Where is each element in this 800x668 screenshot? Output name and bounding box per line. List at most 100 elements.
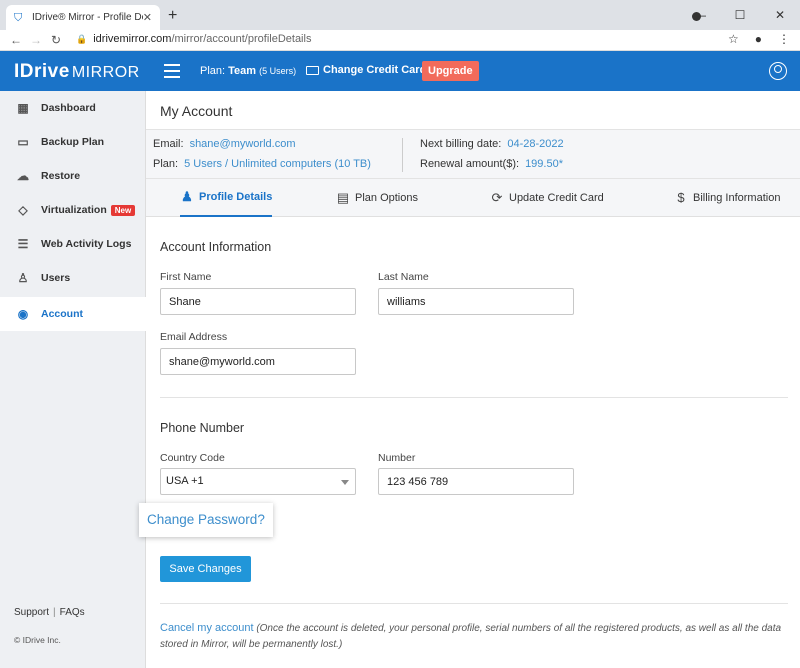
monitor-icon: ▭ (17, 135, 29, 149)
renewal-label: Renewal amount($): (420, 158, 520, 170)
tab-label: Update Credit Card (509, 192, 604, 204)
change-password-link[interactable]: Change Password? (139, 503, 273, 537)
logo[interactable]: IDrive MIRROR (14, 61, 140, 83)
minimize-icon[interactable]: — (680, 8, 720, 22)
close-window-icon[interactable]: ✕ (760, 8, 800, 22)
summary-divider (402, 138, 403, 172)
app-header: IDrive MIRROR Plan: Team (5 Users) Change… (0, 51, 800, 91)
sidebar-item-account[interactable]: ◉ Account (0, 297, 146, 331)
tab-billing-information[interactable]: $ Billing Information (674, 179, 780, 217)
browser-tab[interactable]: ⛉ IDrive® Mirror - Profile Details ✕ (6, 5, 160, 30)
new-badge: New (110, 204, 136, 216)
summary-billing-date: Next billing date: 04-28-2022 (420, 138, 564, 150)
new-tab-icon[interactable]: + (168, 7, 177, 25)
document-icon: ▤ (336, 190, 350, 205)
person-icon: ♟ (181, 189, 193, 204)
back-icon[interactable]: ← (6, 33, 26, 47)
sidebar-item-web-activity-logs[interactable]: ☰ Web Activity Logs (0, 227, 146, 261)
card-refresh-icon: ⟳ (491, 190, 503, 205)
change-credit-card-link[interactable]: Change Credit Card (306, 64, 426, 76)
forward-icon[interactable]: → (26, 33, 46, 47)
country-code-label: Country Code (160, 452, 225, 464)
sidebar-item-dashboard[interactable]: ▦ Dashboard (0, 91, 146, 125)
account-tabs: ♟ Profile Details ▤ Plan Options ⟳ Updat… (146, 179, 800, 217)
upgrade-button[interactable]: Upgrade (422, 61, 479, 81)
first-name-label: First Name (160, 271, 212, 283)
divider (160, 397, 788, 398)
menu-dots-icon[interactable]: ⋮ (778, 32, 790, 46)
sidebar-item-backup-plan[interactable]: ▭ Backup Plan (0, 125, 146, 159)
reload-icon[interactable]: ↻ (46, 33, 66, 47)
cube-icon: ◇ (18, 203, 28, 217)
sidebar-item-users[interactable]: ♙ Users (0, 261, 146, 295)
cancel-account-section: Cancel my account (Once the account is d… (160, 620, 790, 653)
last-name-label: Last Name (378, 271, 429, 283)
plan-label: Plan: (153, 158, 179, 170)
dollar-document-icon: $ (677, 190, 685, 205)
sidebar-item-label: Restore (41, 170, 81, 182)
sidebar-item-label: Users (41, 272, 71, 284)
sidebar: ▦ Dashboard ▭ Backup Plan ☁ Restore ◇ Vi… (0, 91, 146, 668)
close-tab-icon[interactable]: ✕ (143, 11, 152, 24)
tab-label: Billing Information (693, 192, 781, 204)
change-credit-card-label: Change Credit Card (323, 64, 427, 76)
log-icon: ☰ (17, 237, 29, 251)
plan-users: (5 Users) (259, 66, 297, 76)
summary-renewal: Renewal amount($): 199.50* (420, 158, 563, 170)
sidebar-footer-links: Support | FAQs (14, 607, 85, 618)
bookmark-star-icon[interactable]: ☆ (728, 32, 739, 46)
page-title: My Account (160, 103, 233, 119)
lock-icon: 🔒 (76, 33, 88, 44)
sidebar-item-restore[interactable]: ☁ Restore (0, 159, 146, 193)
sidebar-item-label: Account (41, 308, 83, 320)
account-icon: ◉ (17, 307, 29, 321)
email-label: Email: (153, 138, 184, 150)
phone-number-field[interactable] (378, 468, 574, 495)
plan-info: Plan: Team (5 Users) (200, 65, 296, 77)
browser-tab-strip: ⛉ IDrive® Mirror - Profile Details ✕ + —… (0, 0, 800, 30)
email-field[interactable] (160, 348, 356, 375)
faqs-link[interactable]: FAQs (60, 607, 85, 618)
country-code-value: USA +1 (166, 475, 204, 487)
save-changes-button[interactable]: Save Changes (160, 556, 251, 582)
cancel-account-note: (Once the account is deleted, your perso… (160, 623, 782, 650)
phone-number-title: Phone Number (160, 421, 245, 435)
summary-email: Email: shane@myworld.com (153, 138, 296, 150)
renewal-value: 199.50* (525, 158, 563, 170)
email-address-label: Email Address (160, 331, 228, 343)
cancel-account-link[interactable]: Cancel my account (160, 622, 254, 634)
plan-value: 5 Users / Unlimited computers (10 TB) (184, 158, 371, 170)
number-label: Number (378, 452, 416, 464)
address-bar[interactable]: 🔒 idrivemirror.com/mirror/account/profil… (76, 33, 311, 45)
sidebar-item-label: Backup Plan (41, 136, 105, 148)
sidebar-item-virtualization[interactable]: ◇ Virtualization New (0, 193, 146, 227)
plan-label: Plan: (200, 65, 226, 77)
url-host: idrivemirror.com (93, 33, 172, 45)
email-value: shane@myworld.com (189, 138, 296, 150)
first-name-field[interactable] (160, 288, 356, 315)
tab-plan-options[interactable]: ▤ Plan Options (336, 179, 418, 217)
browser-tab-title: IDrive® Mirror - Profile Details (32, 12, 143, 23)
summary-plan: Plan: 5 Users / Unlimited computers (10 T… (153, 158, 371, 170)
tab-update-credit-card[interactable]: ⟳ Update Credit Card (490, 179, 604, 217)
plan-name: Team (228, 65, 257, 77)
last-name-field[interactable] (378, 288, 574, 315)
divider (160, 603, 788, 604)
account-summary: Email: shane@myworld.com Plan: 5 Users / U… (146, 129, 800, 179)
idrive-favicon-icon: ⛉ (14, 11, 23, 24)
logo-sub: MIRROR (71, 64, 140, 81)
support-link[interactable]: Support (14, 607, 49, 618)
sidebar-item-label: Web Activity Logs (41, 238, 132, 250)
dashboard-icon: ▦ (17, 101, 29, 115)
credit-card-icon (306, 65, 319, 75)
maximize-icon[interactable]: ☐ (720, 8, 760, 22)
billing-date-value: 04-28-2022 (507, 138, 564, 150)
tab-profile-details[interactable]: ♟ Profile Details (180, 179, 273, 217)
user-profile-icon[interactable] (769, 62, 787, 80)
tab-label: Profile Details (199, 191, 273, 203)
country-code-select[interactable]: USA +1 (160, 468, 356, 495)
chevron-down-icon (341, 480, 349, 485)
account-circle-icon[interactable]: ● (755, 32, 762, 46)
hamburger-menu-icon[interactable] (164, 64, 180, 78)
browser-toolbar: ← → ↻ 🔒 idrivemirror.com/mirror/account/… (0, 30, 800, 51)
